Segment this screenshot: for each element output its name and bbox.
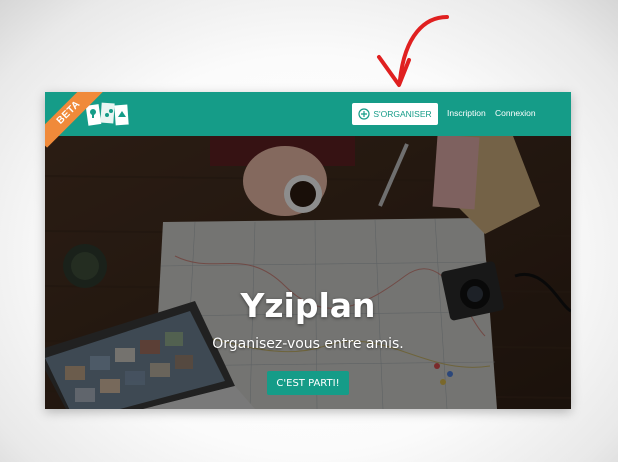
hero-section: Yziplan Organisez-vous entre amis. C'EST… xyxy=(45,136,571,409)
red-arrow-annotation xyxy=(377,15,449,87)
site-header: S'ORGANISER Inscription Connexion xyxy=(45,92,571,136)
logo-icon[interactable] xyxy=(85,99,135,131)
plus-circle-icon xyxy=(358,108,370,120)
hero-title: Yziplan xyxy=(240,286,376,325)
hero-background-image xyxy=(45,136,571,409)
login-link[interactable]: Connexion xyxy=(495,108,536,118)
organize-button[interactable]: S'ORGANISER xyxy=(352,103,438,125)
website-frame: S'ORGANISER Inscription Connexion BETA Y… xyxy=(45,92,571,409)
start-button[interactable]: C'EST PARTI! xyxy=(267,371,349,395)
hero-subtitle: Organisez-vous entre amis. xyxy=(212,336,404,352)
signup-link[interactable]: Inscription xyxy=(447,108,486,118)
organize-label: S'ORGANISER xyxy=(373,109,432,119)
